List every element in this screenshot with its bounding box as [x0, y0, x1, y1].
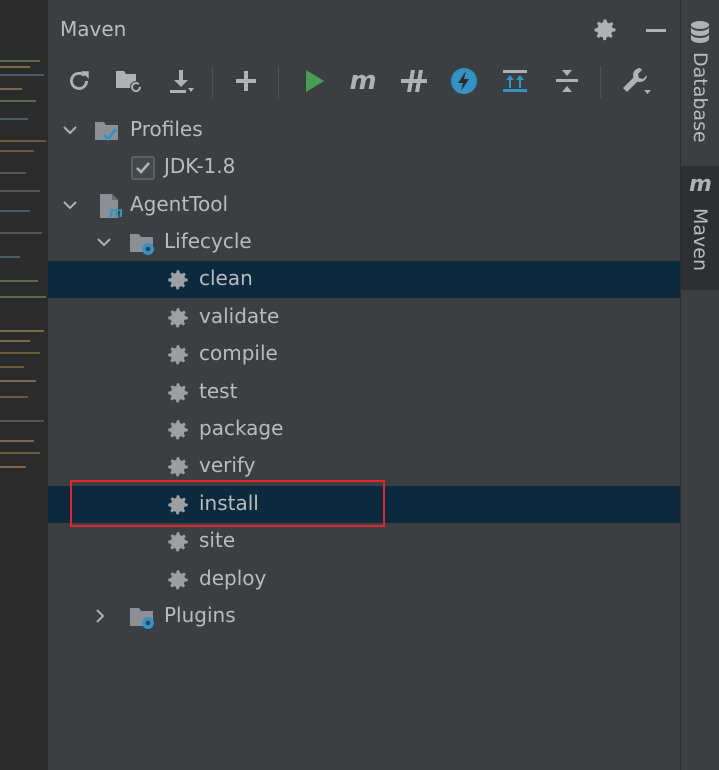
lifecycle-goal-site[interactable]: site	[48, 523, 680, 560]
lifecycle-goal-install[interactable]: install	[48, 486, 680, 523]
side-tab-database-label: Database	[689, 52, 711, 143]
goal-label-package: package	[199, 416, 284, 440]
lifecycle-goal-clean[interactable]: clean	[48, 261, 680, 298]
maven-project-icon: m	[100, 194, 122, 219]
goal-label-verify: verify	[199, 453, 256, 477]
lifecycle-folder-icon	[130, 234, 154, 255]
maven-tool-window: Maven m Profiles JDK-1.8 AgentTool Lifec…	[48, 0, 680, 770]
panel-header: Maven	[48, 0, 680, 58]
tree-label-profile-item: JDK-1.8	[164, 154, 236, 178]
tree-node-profile-item[interactable]: JDK-1.8	[48, 149, 680, 186]
gear-icon	[168, 270, 188, 290]
chevron-down-icon[interactable]	[60, 120, 80, 140]
goal-label-site: site	[199, 528, 236, 552]
gear-icon	[168, 308, 188, 328]
lifecycle-goal-verify[interactable]: verify	[48, 448, 680, 485]
lifecycle-goal-deploy[interactable]: deploy	[48, 561, 680, 598]
tree-label-plugins: Plugins	[164, 603, 236, 627]
plugins-folder-icon	[130, 608, 154, 629]
refresh-icon[interactable]	[61, 62, 97, 100]
svg-text:m: m	[109, 205, 122, 219]
chevron-right-icon[interactable]	[90, 606, 110, 626]
side-tab-database[interactable]: Database	[681, 8, 719, 158]
tree-node-plugins[interactable]: Plugins	[48, 598, 680, 635]
run-icon[interactable]	[296, 62, 332, 100]
maven-m-icon[interactable]: m	[345, 62, 381, 100]
tree-node-profiles[interactable]: Profiles	[48, 112, 680, 149]
gear-icon	[168, 457, 188, 477]
plus-icon[interactable]	[228, 62, 264, 100]
goal-label-test: test	[199, 379, 238, 403]
toolbar-separator	[212, 66, 213, 98]
goal-label-deploy: deploy	[199, 566, 267, 590]
goal-label-compile: compile	[199, 341, 278, 365]
folder-refresh-icon[interactable]	[111, 62, 147, 100]
gear-icon	[168, 383, 188, 403]
side-tab-maven-label: Maven	[689, 208, 711, 272]
editor-code-strip	[0, 0, 47, 770]
offline-icon[interactable]	[396, 62, 432, 100]
minimize-icon[interactable]	[642, 16, 670, 44]
chevron-down-icon[interactable]	[60, 195, 80, 215]
maven-toolbar: m	[48, 62, 680, 102]
profiles-folder-icon	[95, 122, 118, 142]
tree-label-lifecycle: Lifecycle	[164, 229, 252, 253]
tree-label-project: AgentTool	[130, 192, 229, 216]
chevron-down-icon[interactable]	[94, 232, 114, 252]
gear-icon	[168, 420, 188, 440]
side-tab-maven[interactable]: m Maven	[681, 166, 719, 290]
download-icon[interactable]	[163, 62, 199, 100]
goal-label-install: install	[199, 491, 259, 515]
tree-node-project[interactable]: m AgentTool	[48, 187, 680, 224]
gear-icon[interactable]	[591, 16, 619, 44]
gear-icon	[168, 570, 188, 590]
dependencies-icon[interactable]	[497, 62, 533, 100]
gear-icon	[168, 345, 188, 365]
panel-title: Maven	[60, 17, 127, 41]
lifecycle-goal-package[interactable]: package	[48, 411, 680, 448]
toolbar-separator	[278, 66, 279, 98]
wrench-icon[interactable]	[618, 62, 654, 100]
checkbox-checked-icon[interactable]	[130, 155, 156, 181]
gear-icon	[168, 532, 188, 552]
lifecycle-goal-compile[interactable]: compile	[48, 336, 680, 373]
lifecycle-goal-test[interactable]: test	[48, 374, 680, 411]
right-tool-strip: Database m Maven	[680, 0, 719, 770]
lightning-icon[interactable]	[446, 62, 482, 100]
collapse-icon[interactable]	[549, 62, 585, 100]
database-icon	[691, 21, 709, 43]
lifecycle-goal-validate[interactable]: validate	[48, 299, 680, 336]
goal-label-clean: clean	[199, 266, 253, 290]
maven-m-icon: m	[689, 172, 712, 197]
tree-node-lifecycle[interactable]: Lifecycle	[48, 224, 680, 261]
tree-label-profiles: Profiles	[130, 117, 203, 141]
goal-label-validate: validate	[199, 304, 280, 328]
gear-icon	[168, 495, 188, 515]
toolbar-separator	[600, 66, 601, 98]
